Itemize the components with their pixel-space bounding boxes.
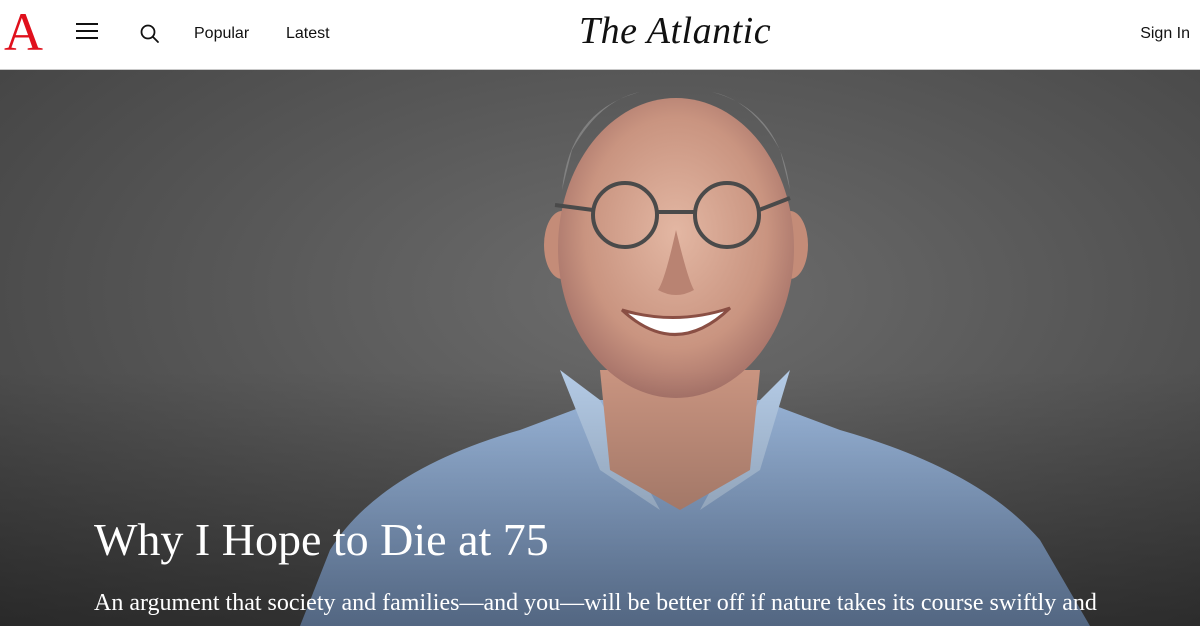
search-button[interactable] (138, 22, 162, 46)
menu-button[interactable] (74, 20, 102, 42)
menu-icon-bar (76, 37, 98, 39)
article-headline[interactable]: Why I Hope to Die at 75 (94, 512, 549, 568)
sign-in-link[interactable]: Sign In (1140, 24, 1190, 44)
atlantic-logo[interactable]: A (4, 4, 43, 60)
nav-popular-link[interactable]: Popular (194, 24, 249, 44)
site-header: A Popular Latest The Atlantic Sign In (0, 0, 1200, 70)
nav-latest-link[interactable]: Latest (286, 24, 330, 44)
article-dek: An argument that society and families—an… (94, 590, 1097, 616)
hero-section: Why I Hope to Die at 75 An argument that… (0, 70, 1200, 626)
menu-icon-bar (76, 23, 98, 25)
masthead-logo[interactable]: The Atlantic (450, 6, 900, 56)
menu-icon-bar (76, 30, 98, 32)
search-icon (140, 24, 159, 43)
